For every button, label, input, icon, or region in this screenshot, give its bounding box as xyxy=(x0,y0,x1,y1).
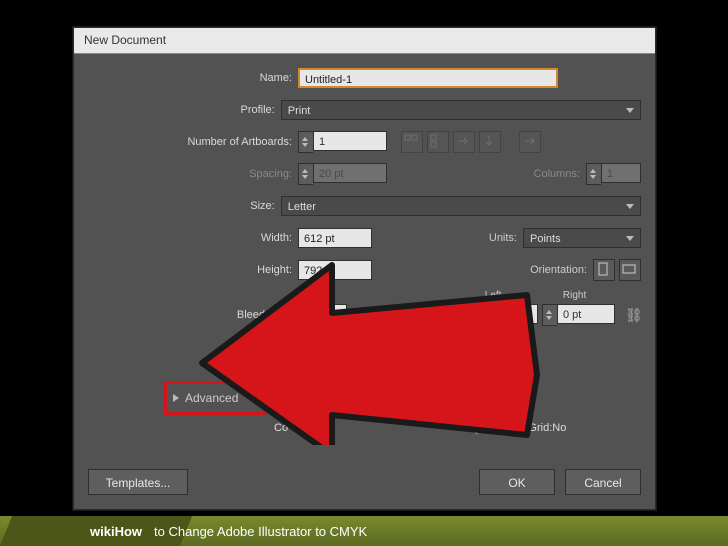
ok-button[interactable]: OK xyxy=(479,469,555,495)
width-label: Width: xyxy=(74,232,298,244)
artboards-stepper[interactable]: 1 xyxy=(298,131,387,153)
cancel-button[interactable]: Cancel xyxy=(565,469,641,495)
size-select[interactable]: Letter xyxy=(281,196,641,216)
bleed-left-value[interactable]: 0 pt xyxy=(480,304,538,324)
bleed-top-label: Top xyxy=(298,290,376,301)
height-input[interactable]: 792 pt xyxy=(298,260,372,280)
arrange-col-icon[interactable] xyxy=(479,131,501,153)
advanced-toggle[interactable]: Advanced xyxy=(164,381,266,415)
width-input[interactable]: 612 pt xyxy=(298,228,372,248)
orientation-label: Orientation: xyxy=(530,264,587,276)
bleed-top-value[interactable]: 0 pt xyxy=(289,304,347,324)
wikihow-logo: wikiHow xyxy=(90,524,142,539)
bleed-right-value[interactable]: 0 pt xyxy=(557,304,615,324)
caption-bar: wikiHow to Change Adobe Illustrator to C… xyxy=(0,516,728,546)
profile-select[interactable]: Print xyxy=(281,100,641,120)
spacing-stepper: 20 pt xyxy=(298,163,387,185)
name-label: Name: xyxy=(74,72,298,84)
profile-label: Profile: xyxy=(74,104,281,116)
advanced-label: Advanced xyxy=(185,391,238,405)
columns-stepper: 1 xyxy=(586,163,641,185)
bleed-right-label: Right xyxy=(563,290,641,301)
columns-value: 1 xyxy=(601,163,641,183)
grid-by-col-icon[interactable] xyxy=(427,131,449,153)
stepper-buttons[interactable] xyxy=(298,131,313,153)
bleed-left-label: Left xyxy=(485,290,563,301)
bleed-right-stepper[interactable]: 0 pt xyxy=(542,304,615,326)
stepper-buttons[interactable] xyxy=(542,304,557,326)
spacing-label: Spacing: xyxy=(74,168,298,180)
new-document-dialog: New Document Name: Untitled-1 Profile: P… xyxy=(73,27,656,510)
units-label: Units: xyxy=(489,232,517,244)
templates-button[interactable]: Templates... xyxy=(88,469,188,495)
height-label: Height: xyxy=(74,264,298,276)
spacing-value: 20 pt xyxy=(313,163,387,183)
stepper-buttons xyxy=(586,163,601,185)
chevron-right-icon xyxy=(173,394,179,402)
partially-hidden-text: Co xyxy=(274,422,288,434)
stepper-buttons xyxy=(298,163,313,185)
bleed-left-stepper[interactable]: 0 pt xyxy=(465,304,538,326)
units-select[interactable]: Points xyxy=(523,228,641,248)
caption-title: to Change Adobe Illustrator to CMYK xyxy=(154,524,367,539)
orientation-landscape-icon[interactable] xyxy=(619,259,641,281)
partially-hidden-text-2: gn to Pixel Grid:No xyxy=(474,422,566,434)
grid-by-row-icon[interactable] xyxy=(401,131,423,153)
dialog-title: New Document xyxy=(84,33,166,47)
bleed-label: Bleed: xyxy=(74,309,274,321)
bleed-top-stepper[interactable]: 0 pt xyxy=(274,304,347,326)
arrange-ltr-icon[interactable] xyxy=(519,131,541,153)
stepper-buttons[interactable] xyxy=(465,304,480,326)
link-bleed-icon[interactable]: ⛓ xyxy=(625,304,641,326)
name-input[interactable]: Untitled-1 xyxy=(298,68,558,88)
dialog-title-bar: New Document xyxy=(74,28,655,54)
artboards-label: Number of Artboards: xyxy=(74,136,298,148)
artboards-value[interactable]: 1 xyxy=(313,131,387,151)
arrange-row-icon[interactable] xyxy=(453,131,475,153)
size-label: Size: xyxy=(74,200,281,212)
columns-label: Columns: xyxy=(534,168,580,180)
stepper-buttons[interactable] xyxy=(274,304,289,326)
orientation-portrait-icon[interactable] xyxy=(593,259,615,281)
